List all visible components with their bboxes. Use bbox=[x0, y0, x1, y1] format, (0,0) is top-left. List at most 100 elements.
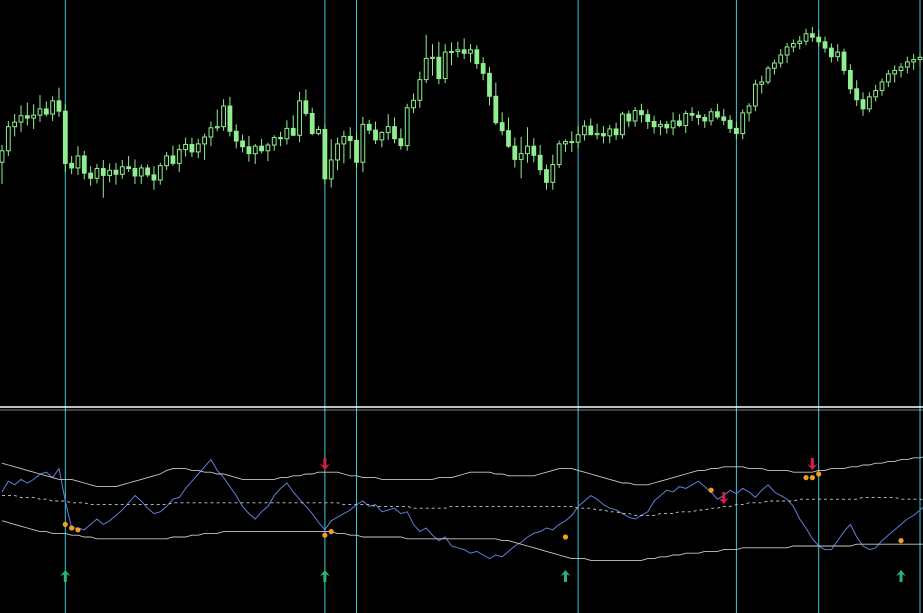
candle-body bbox=[866, 96, 872, 110]
candle-body bbox=[525, 145, 530, 155]
candle-body bbox=[246, 146, 252, 155]
signal-dot bbox=[562, 534, 569, 540]
candle-body bbox=[259, 145, 264, 152]
candle-body bbox=[626, 113, 632, 122]
signal-dot bbox=[75, 527, 81, 533]
candle-body bbox=[651, 121, 657, 128]
candle-body bbox=[208, 127, 214, 138]
candle-body bbox=[493, 95, 499, 124]
candle-body bbox=[233, 130, 239, 142]
candle-body bbox=[221, 105, 226, 128]
candle-body bbox=[575, 134, 581, 143]
candle-body bbox=[620, 113, 625, 136]
candle-body bbox=[696, 114, 701, 118]
candle-body bbox=[531, 145, 537, 156]
candle-body bbox=[582, 125, 587, 136]
candle-body bbox=[879, 81, 885, 92]
candle-body bbox=[752, 83, 758, 107]
candle-body bbox=[113, 169, 119, 175]
candle-body bbox=[195, 143, 201, 153]
candle-body bbox=[37, 108, 43, 116]
candle-body bbox=[423, 57, 429, 81]
candle-body bbox=[771, 62, 777, 69]
candle-body bbox=[797, 40, 803, 45]
signal-dot bbox=[708, 487, 714, 493]
candle-body bbox=[544, 169, 549, 183]
candle-body bbox=[474, 49, 480, 65]
candle-body bbox=[885, 73, 891, 83]
candle-body bbox=[328, 159, 334, 180]
candle-body bbox=[892, 69, 898, 75]
candle-body bbox=[487, 72, 492, 97]
candle-body bbox=[841, 51, 847, 71]
candle-body bbox=[683, 112, 689, 127]
signal-dot bbox=[809, 475, 815, 481]
candle-body bbox=[189, 143, 195, 153]
candle-body bbox=[417, 79, 423, 101]
candle-body bbox=[385, 126, 391, 133]
candle-body bbox=[240, 140, 245, 148]
candle-body bbox=[62, 110, 68, 164]
candle-body bbox=[468, 49, 473, 54]
candle-body bbox=[455, 49, 461, 53]
candle-body bbox=[170, 155, 176, 164]
candle-body bbox=[107, 169, 113, 176]
candle-body bbox=[436, 56, 442, 79]
candle-body bbox=[449, 51, 454, 54]
candle-body bbox=[809, 33, 815, 38]
candle-body bbox=[252, 145, 258, 155]
candle-body bbox=[126, 166, 132, 170]
candle-body bbox=[569, 141, 575, 144]
candle-body bbox=[202, 136, 207, 145]
candle-body bbox=[0, 150, 5, 163]
candle-body bbox=[816, 36, 822, 43]
signal-dot bbox=[816, 471, 822, 477]
candle-body bbox=[715, 111, 720, 118]
candle-body bbox=[379, 131, 385, 141]
candle-body bbox=[290, 127, 296, 136]
candle-body bbox=[854, 88, 860, 101]
candle-body bbox=[835, 51, 841, 58]
candle-body bbox=[278, 137, 283, 140]
candle-body bbox=[392, 126, 397, 140]
candle-body bbox=[5, 126, 11, 152]
candle-body bbox=[873, 90, 879, 98]
signal-dot bbox=[328, 529, 334, 535]
candle-body bbox=[828, 47, 834, 58]
candle-body bbox=[56, 100, 62, 112]
candle-body bbox=[297, 100, 302, 136]
candle-body bbox=[721, 116, 727, 121]
candle-body bbox=[461, 49, 467, 54]
candle-body bbox=[164, 155, 170, 167]
candle-body bbox=[271, 137, 277, 146]
candle-body bbox=[607, 128, 613, 137]
candle-body bbox=[480, 63, 486, 74]
candle-body bbox=[94, 168, 100, 179]
candle-body bbox=[398, 138, 404, 147]
candle-body bbox=[613, 128, 619, 136]
candle-body bbox=[18, 115, 24, 123]
candle-body bbox=[81, 155, 87, 174]
candle-body bbox=[69, 162, 75, 169]
candle-body bbox=[537, 154, 543, 171]
signal-dot bbox=[322, 532, 328, 538]
candle-body bbox=[227, 105, 233, 132]
candle-body bbox=[176, 149, 182, 164]
candle-body bbox=[31, 114, 37, 119]
chart-canvas[interactable] bbox=[0, 0, 923, 613]
candle-body bbox=[303, 100, 309, 114]
candle-body bbox=[759, 81, 765, 85]
candle-body bbox=[670, 120, 676, 129]
candle-body bbox=[790, 43, 796, 48]
candle-body bbox=[347, 135, 353, 141]
candle-body bbox=[860, 99, 866, 110]
candle-body bbox=[335, 143, 340, 161]
candle-body bbox=[430, 56, 435, 59]
candle-body bbox=[556, 143, 562, 166]
signal-dot bbox=[803, 475, 809, 481]
candle-body bbox=[911, 59, 917, 63]
candle-body bbox=[506, 130, 511, 147]
candle-body bbox=[119, 166, 125, 175]
candle-body bbox=[822, 41, 828, 49]
candle-body bbox=[898, 66, 904, 71]
